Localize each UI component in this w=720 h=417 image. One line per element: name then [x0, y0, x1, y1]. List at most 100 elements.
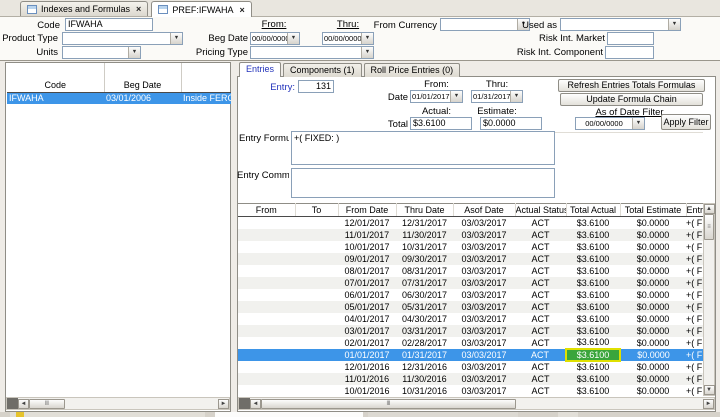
- cell-thru_date[interactable]: 10/31/2017: [396, 241, 453, 253]
- cell-to[interactable]: [295, 313, 338, 325]
- cell-actual_status[interactable]: ACT: [515, 373, 566, 385]
- table-row[interactable]: 12/01/201712/31/201703/03/2017ACT$3.6100…: [238, 217, 703, 229]
- cell-code[interactable]: IFWAHA: [7, 92, 104, 104]
- cell-entry_formula[interactable]: +( FIXE: [686, 385, 703, 397]
- cell-actual_status[interactable]: ACT: [515, 325, 566, 337]
- cell-thru_date[interactable]: 11/30/2016: [396, 373, 453, 385]
- cell-total_actual[interactable]: $3.6100: [566, 337, 620, 349]
- cell-from_date[interactable]: 03/01/2017: [338, 325, 396, 337]
- cell-to[interactable]: [295, 325, 338, 337]
- cell-asof_date[interactable]: 03/03/2017: [453, 241, 515, 253]
- cell-asof_date[interactable]: 03/03/2017: [453, 349, 515, 361]
- cell-to[interactable]: [295, 277, 338, 289]
- tab-roll-price-entries[interactable]: Roll Price Entries (0): [364, 63, 461, 77]
- column-header[interactable]: [181, 63, 231, 92]
- entry-formula-textarea[interactable]: +( FIXED: ): [291, 131, 555, 165]
- cell-actual_status[interactable]: ACT: [515, 289, 566, 301]
- cell-from_date[interactable]: 12/01/2016: [338, 361, 396, 373]
- date-from-select[interactable]: 01/01/2017 ▼: [410, 90, 463, 103]
- dropdown-arrow-icon[interactable]: ▼: [361, 33, 373, 44]
- cell-thru_date[interactable]: 12/31/2016: [396, 361, 453, 373]
- scroll-up-icon[interactable]: ▲: [704, 204, 715, 214]
- cell-entry_formula[interactable]: +( FIXE: [686, 373, 703, 385]
- cell-actual_status[interactable]: ACT: [515, 253, 566, 265]
- tab-indexes-and-formulas[interactable]: Indexes and Formulas ×: [20, 1, 148, 16]
- total-actual-input[interactable]: $3.6100: [410, 117, 472, 130]
- cell-asof_date[interactable]: 03/03/2017: [453, 289, 515, 301]
- cell-total_actual[interactable]: $3.6100: [566, 289, 620, 301]
- column-header[interactable]: Total Actual: [566, 204, 620, 217]
- cell-from[interactable]: [238, 217, 295, 229]
- table-row[interactable]: 12/01/201612/31/201603/03/2017ACT$3.6100…: [238, 361, 703, 373]
- cell-from_date[interactable]: 11/01/2017: [338, 229, 396, 241]
- column-header[interactable]: Thru Date: [396, 204, 453, 217]
- h-scrollbar[interactable]: ◄ Ⅲ ►: [6, 397, 230, 410]
- cell-entry_formula[interactable]: +( FIXE: [686, 361, 703, 373]
- cell-from_date[interactable]: 12/01/2017: [338, 217, 396, 229]
- cell-description[interactable]: Inside FERC: [181, 92, 231, 104]
- cell-thru_date[interactable]: 04/30/2017: [396, 313, 453, 325]
- cell-actual_status[interactable]: ACT: [515, 241, 566, 253]
- cell-asof_date[interactable]: 03/03/2017: [453, 385, 515, 397]
- cell-from_date[interactable]: 06/01/2017: [338, 289, 396, 301]
- cell-asof_date[interactable]: 03/03/2017: [453, 265, 515, 277]
- dropdown-arrow-icon[interactable]: ▼: [632, 118, 644, 129]
- dropdown-arrow-icon[interactable]: ▼: [510, 91, 522, 102]
- cell-asof_date[interactable]: 03/03/2017: [453, 229, 515, 241]
- cell-from_date[interactable]: 01/01/2017: [338, 349, 396, 361]
- cell-total_estimate[interactable]: $0.0000: [620, 265, 686, 277]
- cell-entry_formula[interactable]: +( FIXE: [686, 289, 703, 301]
- cell-entry_formula[interactable]: +( FIXE: [686, 349, 703, 361]
- cell-from_date[interactable]: 08/01/2017: [338, 265, 396, 277]
- cell-to[interactable]: [295, 373, 338, 385]
- cell-from_date[interactable]: 09/01/2017: [338, 253, 396, 265]
- cell-from[interactable]: [238, 289, 295, 301]
- cell-entry_formula[interactable]: +( FIXE: [686, 253, 703, 265]
- cell-to[interactable]: [295, 385, 338, 397]
- cell-thru_date[interactable]: 06/30/2017: [396, 289, 453, 301]
- cell-total_estimate[interactable]: $0.0000: [620, 361, 686, 373]
- refresh-entries-totals-formulas-button[interactable]: Refresh Entries Totals Formulas: [558, 79, 705, 92]
- cell-total_actual[interactable]: $3.6100: [566, 217, 620, 229]
- scroll-right-icon[interactable]: ►: [703, 399, 714, 409]
- product-type-select[interactable]: ▼: [62, 32, 183, 45]
- cell-total_estimate[interactable]: $0.0000: [620, 313, 686, 325]
- close-icon[interactable]: ×: [136, 4, 141, 14]
- cell-total_estimate[interactable]: $0.0000: [620, 289, 686, 301]
- cell-from[interactable]: [238, 265, 295, 277]
- cell-thru_date[interactable]: 05/31/2017: [396, 301, 453, 313]
- cell-from[interactable]: [238, 253, 295, 265]
- dropdown-arrow-icon[interactable]: ▼: [450, 91, 462, 102]
- cell-actual_status[interactable]: ACT: [515, 229, 566, 241]
- table-row[interactable]: 03/01/201703/31/201703/03/2017ACT$3.6100…: [238, 325, 703, 337]
- table-row[interactable]: 01/01/201701/31/201703/03/2017ACT$3.6100…: [238, 349, 703, 361]
- cell-from[interactable]: [238, 385, 295, 397]
- cell-total_actual[interactable]: $3.6100: [566, 277, 620, 289]
- column-header[interactable]: Asof Date: [453, 204, 515, 217]
- dropdown-arrow-icon[interactable]: ▼: [128, 47, 140, 58]
- cell-asof_date[interactable]: 03/03/2017: [453, 337, 515, 349]
- cell-from_date[interactable]: 05/01/2017: [338, 301, 396, 313]
- close-icon[interactable]: ×: [239, 5, 244, 15]
- code-input[interactable]: IFWAHA: [65, 18, 153, 31]
- beg-date-from-select[interactable]: 00/00/0000 ▼: [250, 32, 300, 45]
- column-header[interactable]: Entry F: [686, 204, 703, 217]
- cell-to[interactable]: [295, 361, 338, 373]
- scrollbar-thumb[interactable]: ≡: [704, 214, 714, 240]
- cell-from[interactable]: [238, 337, 295, 349]
- column-header[interactable]: To: [295, 204, 338, 217]
- cell-total_actual[interactable]: $3.6100: [566, 373, 620, 385]
- cell-total_actual[interactable]: $3.6100: [566, 265, 620, 277]
- pricing-type-select[interactable]: ▼: [250, 46, 374, 59]
- scroll-down-icon[interactable]: ▼: [704, 385, 715, 395]
- cell-total_actual[interactable]: $3.6100: [566, 301, 620, 313]
- table-row[interactable]: 04/01/201704/30/201703/03/2017ACT$3.6100…: [238, 313, 703, 325]
- cell-total_actual[interactable]: $3.6100: [566, 385, 620, 397]
- cell-from[interactable]: [238, 361, 295, 373]
- cell-asof_date[interactable]: 03/03/2017: [453, 361, 515, 373]
- cell-thru_date[interactable]: 07/31/2017: [396, 277, 453, 289]
- h-scrollbar[interactable]: ◄ Ⅲ ►: [238, 397, 715, 410]
- dropdown-arrow-icon[interactable]: ▼: [287, 33, 299, 44]
- cell-entry_formula[interactable]: +( FIXE: [686, 277, 703, 289]
- cell-entry_formula[interactable]: +( FIXE: [686, 325, 703, 337]
